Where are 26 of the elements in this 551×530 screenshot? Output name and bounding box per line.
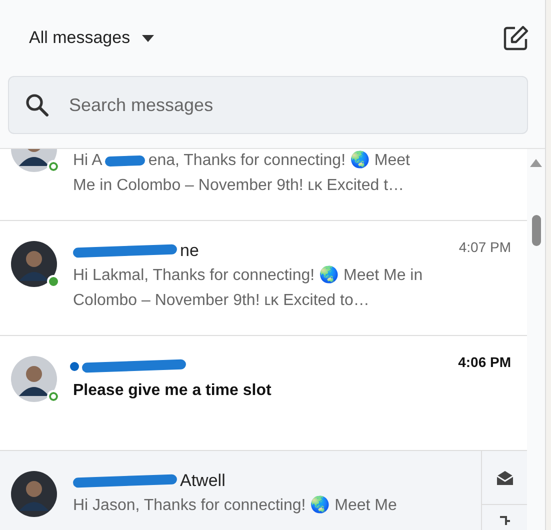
conversation-item[interactable]: Atwell Hi Jason, Thanks for connecting! 🌏 Meet Me: [0, 451, 527, 530]
compose-icon: [503, 25, 529, 51]
compose-button[interactable]: [501, 23, 531, 53]
timestamp: 4:06 PM: [458, 354, 511, 370]
scrollbar[interactable]: [527, 149, 545, 530]
search-icon: [25, 93, 49, 117]
caret-icon[interactable]: [142, 34, 154, 42]
contact-name: Atwell: [180, 471, 226, 491]
search-field[interactable]: Search messages: [8, 76, 528, 134]
conversation-item[interactable]: Hi A ena, Thanks for connecting! 🌏 Meet Me in Colombo – November 9th! ʟᴋ Excited t…: [0, 149, 527, 221]
scroll-thumb[interactable]: [532, 215, 540, 246]
preview-text: Me in Colombo – November 9th! ʟᴋ Excited t…: [73, 177, 404, 194]
avatar-icon: [11, 471, 57, 517]
redaction-mark: [105, 155, 146, 166]
filter-dropdown[interactable]: All messages: [29, 28, 130, 48]
envelope-open-icon: [494, 468, 514, 486]
scroll-up-icon[interactable]: [530, 159, 542, 167]
avatar-icon: [11, 241, 57, 287]
preview-text: Hi Lakmal, Thanks for connecting! 🌏 Meet Me in Colombo – November 9th! ʟᴋ Excited to…: [73, 267, 423, 309]
preview-text: Hi A: [73, 152, 102, 169]
preview-text: Hi Jason, Thanks for connecting! 🌏 Meet Me: [73, 497, 397, 514]
contact-name: ne: [180, 241, 199, 261]
timestamp: 4:07 PM: [458, 239, 511, 255]
preview-text: ena, Thanks for connecting! 🌏 Meet: [148, 152, 410, 169]
preview-text: Please give me a time slot: [73, 382, 272, 399]
avatar-icon: [11, 356, 57, 402]
